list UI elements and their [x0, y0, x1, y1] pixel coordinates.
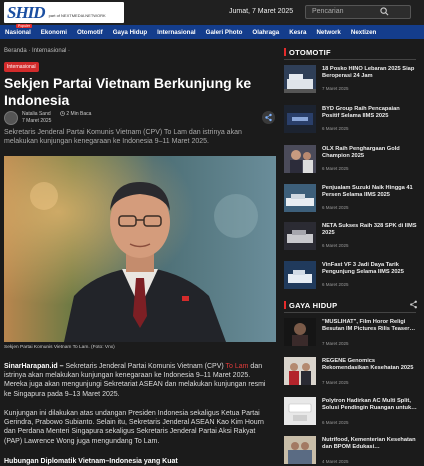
- article-lead: Sekretaris Jenderal Partai Komunis Vietn…: [4, 129, 242, 145]
- thumbnail: [284, 397, 316, 425]
- search-input[interactable]: Pencarian: [305, 5, 411, 19]
- search-icon[interactable]: [380, 7, 389, 16]
- list-item[interactable]: Penjualam Suzuki Naik Hingga 41 Persen S…: [284, 184, 418, 214]
- divider: [284, 312, 416, 313]
- list-item-date: 6 Maret 2025: [322, 126, 349, 131]
- thumbnail: [284, 184, 316, 212]
- list-item-title: NETA Sukses Raih 328 SPK di IIMS 2025: [322, 223, 417, 237]
- list-item[interactable]: BYD Group Raih Pencapaian Positif Selama…: [284, 105, 418, 135]
- list-item-title: Penjualam Suzuki Naik Hingga 41 Persen S…: [322, 185, 413, 199]
- nav-ekonomi[interactable]: Ekonomi: [36, 29, 72, 36]
- logo-text: SHID: [7, 2, 46, 22]
- list-item-title: VinFast VF 3 Jadi Daya Tarik Pengunjung …: [322, 262, 404, 276]
- list-item[interactable]: OLX Raih Penghargaan Gold Champion 2025 …: [284, 145, 418, 175]
- photo-caption: Sekjen Partai Komunis Vietnam To Lam. (F…: [4, 345, 115, 350]
- list-item-date: 6 Maret 2025: [322, 420, 349, 425]
- breadcrumb[interactable]: Beranda · Internasional ·: [4, 48, 70, 54]
- author-name[interactable]: Natalia Sand: [22, 111, 51, 118]
- nav-internasional[interactable]: Internasional: [152, 29, 201, 36]
- nav-nasional[interactable]: Populer Nasional: [0, 23, 36, 36]
- thumbnail: [284, 261, 316, 289]
- thumbnail: [284, 222, 316, 250]
- top-bar: SHID part of NEXTMEDIA NETWORK Jumat, 7 …: [0, 0, 424, 25]
- nav-kesra[interactable]: Kesra: [284, 29, 311, 36]
- nav-olahraga[interactable]: Olahraga: [247, 29, 284, 36]
- logo-subtitle: part of NEXTMEDIA NETWORK: [48, 13, 106, 18]
- list-item-title: Polytron Hadirkan AC Multi Split, Solusi…: [322, 398, 417, 412]
- thumbnail: [284, 357, 316, 385]
- heading-label: OTOMOTIF: [289, 48, 331, 57]
- category-badge[interactable]: Internasional: [4, 62, 39, 72]
- to-lam-link[interactable]: To Lam: [226, 363, 249, 370]
- author-info: Natalia Sand 7 Maret 2025: [22, 111, 51, 124]
- current-date: Jumat, 7 Maret 2025: [229, 8, 294, 15]
- thumbnail: [284, 145, 316, 173]
- thumbnail: [284, 65, 316, 93]
- article-title: Sekjen Partai Vietnam Berkunjung ke Indo…: [4, 75, 252, 108]
- list-item-title: "MUSLIHAT", Film Horor Religi Besutan IM…: [322, 319, 416, 333]
- thumbnail: [284, 318, 316, 346]
- nav-galeri-photo[interactable]: Galeri Photo: [201, 29, 248, 36]
- list-item[interactable]: "MUSLIHAT", Film Horor Religi Besutan IM…: [284, 318, 418, 348]
- list-item-date: 7 Maret 2025: [322, 380, 349, 385]
- share-icon[interactable]: [262, 111, 275, 124]
- divider: [284, 59, 416, 60]
- list-item-date: 7 Maret 2025: [322, 86, 349, 91]
- clock-icon: [60, 111, 65, 116]
- heading-label: GAYA HIDUP: [289, 301, 338, 310]
- nav-nextizen[interactable]: Nextizen: [346, 29, 381, 36]
- nav-gaya-hidup[interactable]: Gaya Hidup: [108, 29, 152, 36]
- list-item-date: 6 Maret 2025: [322, 205, 349, 210]
- list-item-title: OLX Raih Penghargaan Gold Champion 2025: [322, 146, 400, 160]
- populer-badge: Populer: [16, 23, 33, 28]
- paragraph-text: Sekretaris Jenderal Partai Komunis Vietn…: [63, 363, 226, 370]
- article-subheading: Hubungan Diplomatik Vietnam–Indonesia ya…: [4, 458, 178, 465]
- article-photo[interactable]: [4, 156, 276, 342]
- avatar: [4, 111, 18, 125]
- article-paragraph-1: SinarHarapan.id – Sekretaris Jenderal Pa…: [4, 362, 274, 399]
- nav-network[interactable]: Network: [311, 29, 345, 36]
- list-item-date: 6 Maret 2025: [322, 243, 349, 248]
- nav-otomotif[interactable]: Otomotif: [72, 29, 108, 36]
- list-item[interactable]: Nutrifood, Kementerian Kesehatan dan BPO…: [284, 436, 418, 466]
- read-time: 2 Min Baca: [60, 111, 91, 117]
- list-item-date: 6 Maret 2025: [322, 282, 349, 287]
- share-icon[interactable]: [409, 300, 418, 309]
- nav-label: Nasional: [5, 28, 31, 36]
- thumbnail: [284, 436, 316, 464]
- gaya-hidup-heading[interactable]: GAYA HIDUP: [284, 301, 337, 310]
- list-item-title: REGENE Genomics Rekomendasikan Kesehatan…: [322, 358, 414, 372]
- main-nav: Populer Nasional Ekonomi Otomotif Gaya H…: [0, 23, 424, 39]
- source-label: SinarHarapan.id –: [4, 363, 64, 370]
- list-item[interactable]: VinFast VF 3 Jadi Daya Tarik Pengunjung …: [284, 261, 418, 291]
- site-logo[interactable]: SHID part of NEXTMEDIA NETWORK: [4, 2, 124, 23]
- list-item-date: 7 Maret 2025: [322, 341, 349, 346]
- list-item[interactable]: Polytron Hadirkan AC Multi Split, Solusi…: [284, 397, 418, 427]
- list-item-title: 18 Posko HINO Lebaran 2025 Siap Beropera…: [322, 66, 415, 80]
- list-item-title: Nutrifood, Kementerian Kesehatan dan BPO…: [322, 437, 416, 451]
- read-time-label: 2 Min Baca: [66, 111, 92, 117]
- list-item[interactable]: 18 Posko HINO Lebaran 2025 Siap Beropera…: [284, 65, 418, 95]
- publish-date: 7 Maret 2025: [22, 117, 52, 124]
- thumbnail: [284, 105, 316, 133]
- list-item[interactable]: REGENE Genomics Rekomendasikan Kesehatan…: [284, 357, 418, 387]
- list-item[interactable]: NETA Sukses Raih 328 SPK di IIMS 2025 6 …: [284, 222, 418, 252]
- otomotif-heading[interactable]: OTOMOTIF: [284, 48, 331, 57]
- list-item-date: 4 Maret 2025: [322, 459, 349, 464]
- list-item-date: 6 Maret 2025: [322, 166, 349, 171]
- article-paragraph-2: Kunjungan ini dilakukan atas undangan Pr…: [4, 410, 264, 445]
- list-item-title: BYD Group Raih Pencapaian Positif Selama…: [322, 106, 400, 120]
